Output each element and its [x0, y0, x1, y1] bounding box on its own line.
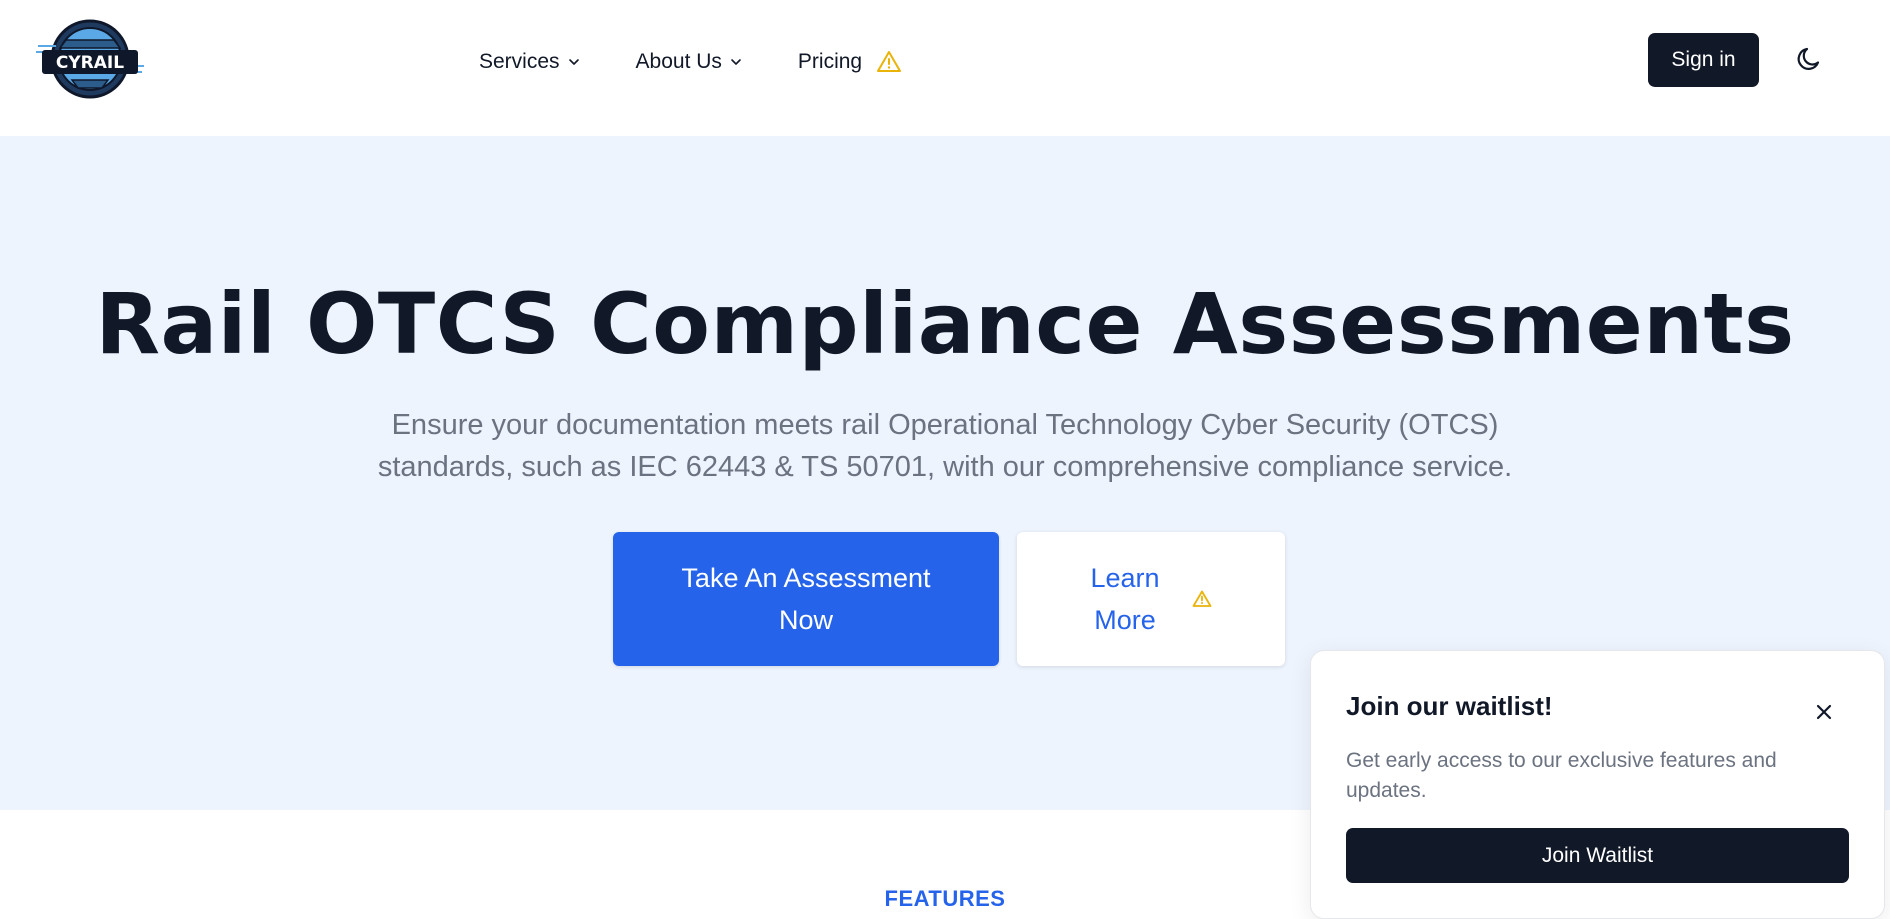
warning-icon: [1192, 590, 1212, 607]
logo-text: CYRAIL: [56, 53, 124, 73]
nav-about-us-label: About Us: [635, 50, 722, 73]
hero-subtitle-line-2: standards, such as IEC 62443 & TS 50701,…: [377, 451, 1513, 483]
nav-pricing-label: Pricing: [797, 50, 863, 73]
nav-pricing[interactable]: Pricing: [798, 50, 902, 74]
waitlist-popup: Join our waitlist! Get early access to o…: [1310, 650, 1885, 919]
sign-in-button[interactable]: Sign in: [1648, 33, 1759, 87]
close-icon: [1816, 704, 1832, 720]
moon-icon: [1797, 47, 1820, 70]
warning-icon: [877, 51, 902, 72]
waitlist-description: Get early access to our exclusive featur…: [1346, 749, 1777, 802]
close-button[interactable]: [1813, 701, 1835, 723]
theme-toggle[interactable]: [1794, 43, 1826, 75]
waitlist-title: Join our waitlist!: [1346, 691, 1553, 721]
nav-services[interactable]: Services: [479, 50, 580, 74]
learn-more-button[interactable]: Learn More: [1017, 532, 1285, 666]
cyrail-logo[interactable]: CYRAIL: [36, 18, 144, 100]
chevron-down-icon: [568, 59, 579, 65]
take-assessment-button[interactable]: Take An Assessment Now: [613, 532, 999, 666]
hero-subtitle: Ensure your documentation meets rail Ope…: [0, 404, 1890, 488]
main-nav: Services About Us Pricing: [479, 0, 902, 124]
join-waitlist-button[interactable]: Join Waitlist: [1346, 828, 1849, 883]
hero-title: Rail OTCS Compliance Assessments: [95, 275, 1795, 373]
hero-subtitle-line-1: Ensure your documentation meets rail Ope…: [391, 409, 1499, 441]
nav-about-us[interactable]: About Us: [636, 50, 742, 74]
site-header: CYRAIL Services About Us Pricing Sign in: [0, 0, 1890, 136]
chevron-down-icon: [731, 59, 741, 65]
nav-services-label: Services: [479, 50, 560, 73]
learn-more-label: Learn More: [1090, 563, 1160, 635]
